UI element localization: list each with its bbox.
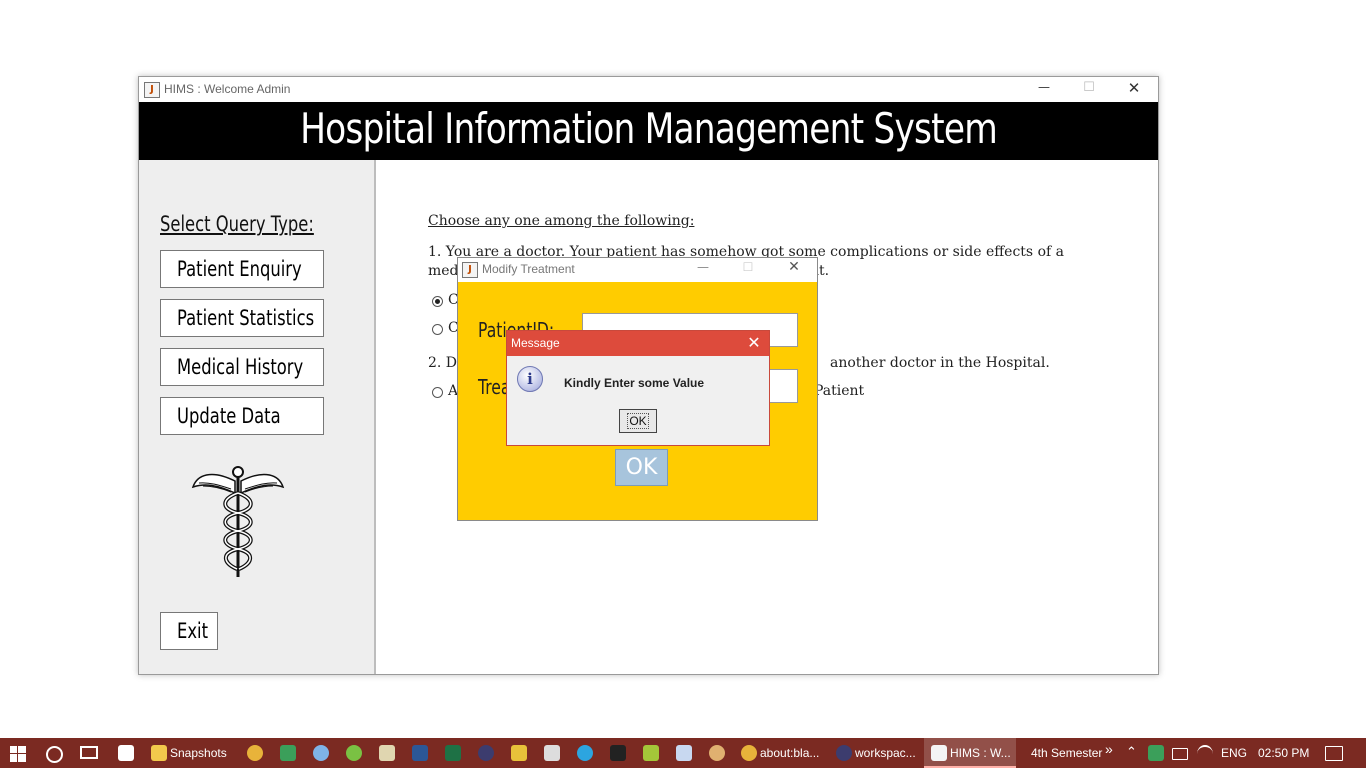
eclipse-window-icon[interactable] [836,745,852,761]
modify-dialog-titlebar[interactable]: J Modify Treatment — ☐ ✕ [458,258,817,282]
message-dialog: Message ✕ i Kindly Enter some Value OK [506,330,770,446]
sidebar: Select Query Type: Patient Enquiry Patie… [139,160,376,674]
toolbar-expand-icon[interactable]: » [1105,741,1113,757]
taskbar-about-blank[interactable]: about:bla... [760,746,819,760]
option-3-label-end: Patient [814,383,865,399]
java-app-icon: J [144,82,160,98]
cortana-search-icon[interactable] [46,746,63,763]
virtualbox-icon[interactable] [676,745,692,761]
app-icon-2[interactable] [544,745,560,761]
main-titlebar[interactable]: J HIMS : Welcome Admin — ☐ ✕ [139,77,1158,102]
wifi-icon[interactable] [1197,745,1213,763]
utorrent-icon[interactable] [346,745,362,761]
hidden-icons-chevron-icon[interactable]: ⌃ [1126,744,1137,760]
question-2-text-end: another doctor in the Hospital. [830,355,1050,371]
exit-label: Exit [177,619,209,643]
header-banner: Hospital Information Management System [139,102,1158,160]
message-ok-label: OK [627,413,649,429]
minimize-button[interactable]: — [1029,80,1059,94]
caduceus-icon [191,466,285,577]
page-title: Hospital Information Management System [300,104,998,153]
taskbar-workspace[interactable]: workspac... [855,746,916,760]
word-icon[interactable] [412,745,428,761]
question-1-text-continued: med [428,263,459,279]
windows-start-icon[interactable] [10,746,26,762]
modify-minimize-button[interactable]: — [693,260,713,274]
message-dialog-title: Message [511,336,560,350]
update-data-button[interactable]: Update Data [160,397,324,435]
google-drive-icon[interactable] [280,745,296,761]
snapshots-folder-icon[interactable] [151,745,167,761]
option-1-radio[interactable] [432,296,443,307]
taskbar-snapshots[interactable]: Snapshots [170,746,227,760]
medical-history-button[interactable]: Medical History [160,348,324,386]
patient-statistics-button[interactable]: Patient Statistics [160,299,324,337]
task-view-icon[interactable] [80,746,98,759]
select-query-type-label: Select Query Type: [160,212,314,236]
patient-statistics-label: Patient Statistics [177,306,315,330]
taskbar: Snapshots about:bla... workspac... HIMS … [0,738,1366,768]
message-ok-button[interactable]: OK [619,409,657,433]
network-app-icon[interactable] [313,745,329,761]
medical-history-label: Medical History [177,355,304,379]
message-titlebar[interactable]: Message ✕ [507,331,769,356]
main-window-title: HIMS : Welcome Admin [164,82,291,96]
modify-ok-button[interactable]: OK [615,449,668,486]
store-icon[interactable] [118,745,134,761]
patient-enquiry-button[interactable]: Patient Enquiry [160,250,324,288]
patient-enquiry-label: Patient Enquiry [177,257,302,281]
close-button[interactable]: ✕ [1119,79,1149,97]
android-studio-icon[interactable] [643,745,659,761]
mysql-icon[interactable] [610,745,626,761]
instruction-heading: Choose any one among the following: [428,213,695,229]
notifications-icon[interactable] [1325,746,1343,761]
chrome-window-icon[interactable] [741,745,757,761]
excel-icon[interactable] [445,745,461,761]
eclipse-icon[interactable] [478,745,494,761]
java-window-icon[interactable] [931,745,947,761]
option-3-radio[interactable] [432,387,443,398]
modify-dialog-title: Modify Treatment [482,262,575,276]
taskbar-folder-toolbar[interactable]: 4th Semester [1031,746,1102,760]
battery-icon[interactable] [1172,748,1188,760]
info-icon: i [517,366,543,392]
modify-maximize-button[interactable]: ☐ [738,260,758,274]
exit-button[interactable]: Exit [160,612,218,650]
telegram-icon[interactable] [577,745,593,761]
paint-icon[interactable] [709,745,725,761]
message-text: Kindly Enter some Value [564,376,705,390]
notepad-icon[interactable] [379,745,395,761]
update-data-label: Update Data [177,404,281,428]
maximize-button[interactable]: ☐ [1074,80,1104,95]
drive-tray-icon[interactable] [1148,745,1164,761]
language-indicator[interactable]: ENG [1221,746,1247,760]
chrome-icon[interactable] [247,745,263,761]
app-icon[interactable] [511,745,527,761]
option-2-radio[interactable] [432,324,443,335]
modify-close-button[interactable]: ✕ [784,259,804,275]
taskbar-hims[interactable]: HIMS : W... [950,746,1011,760]
message-close-icon[interactable]: ✕ [744,333,764,353]
java-app-icon: J [462,262,478,278]
clock[interactable]: 02:50 PM [1258,746,1309,760]
